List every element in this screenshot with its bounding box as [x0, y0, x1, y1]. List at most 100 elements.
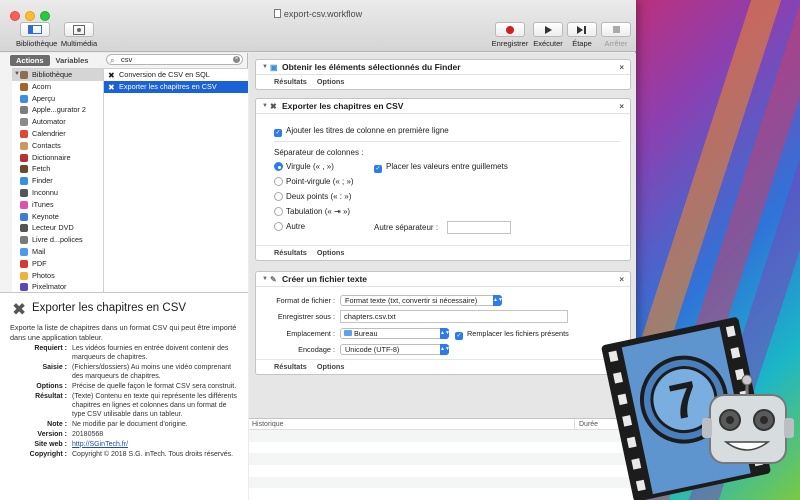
options-tab[interactable]: Options [317, 248, 345, 257]
options-tab[interactable]: Options [317, 362, 345, 371]
radio-indicator[interactable] [274, 222, 283, 231]
close-icon[interactable]: × [619, 60, 624, 75]
card-title: Exporter les chapitres en CSV [282, 101, 404, 111]
window-title-text: export-csv.workflow [283, 9, 363, 19]
library-item[interactable]: PDF [12, 258, 103, 270]
library-item[interactable]: Apple...gurator 2 [12, 104, 103, 116]
library-item[interactable]: Contacts [12, 140, 103, 152]
field-value: (Texte) Contenu en texte qui représente … [72, 392, 237, 418]
library-item-label: PDF [32, 258, 47, 268]
card-title: Obtenir les éléments sélectionnés du Fin… [282, 62, 461, 72]
other-separator-input[interactable] [447, 221, 511, 234]
record-label: Enregistrer [491, 39, 529, 48]
quotes-checkbox[interactable]: ✓ Placer les valeurs entre guillemets [374, 162, 508, 173]
library-item[interactable]: Automator [12, 116, 103, 128]
action-result-item[interactable]: ✖ Exporter les chapitres en CSV [104, 80, 248, 93]
description-field: Copyright : Copyright © 2018 S.G. inTech.… [10, 450, 238, 459]
step-icon [567, 22, 597, 37]
history-log: Historique Durée [249, 418, 636, 500]
library-item[interactable]: iTunes [12, 199, 103, 211]
location-select[interactable]: Bureau ▲▼ [340, 328, 450, 339]
library-toolbar-button[interactable]: Bibliothèque [16, 22, 57, 48]
headers-checkbox-label: Ajouter les titres de colonne en premièr… [286, 126, 449, 135]
radio-indicator[interactable] [274, 207, 283, 216]
library-item[interactable]: Dictionnaire [12, 152, 103, 164]
stop-toolbar-button[interactable]: Arrêter [600, 22, 632, 48]
workflow-area: ▼ ▣ Obtenir les éléments sélectionnés du… [249, 53, 636, 418]
replace-checkbox[interactable]: ✓ Remplacer les fichiers présents [455, 329, 569, 340]
results-tab[interactable]: Résultats [274, 248, 307, 257]
close-icon[interactable]: × [619, 99, 624, 114]
library-item[interactable]: Livre d...polices [12, 234, 103, 246]
app-icon [20, 224, 28, 233]
encoding-value: Unicode (UTF-8) [345, 345, 400, 354]
separator-radio[interactable]: Autre [274, 222, 305, 231]
description-intro: Exporte la liste de chapitres dans un fo… [10, 323, 237, 342]
create-text-file-action-card[interactable]: ▼ ✎ Créer un fichier texte × Format de f… [255, 271, 631, 375]
library-item[interactable]: Keynote [12, 211, 103, 223]
separator-radio[interactable]: Point-virgule (« ; ») [274, 177, 354, 186]
card-connector [399, 261, 479, 269]
results-tab[interactable]: Résultats [274, 77, 307, 86]
format-select[interactable]: Format texte (txt, convertir si nécessai… [340, 295, 503, 306]
checkmark-icon: ✓ [274, 129, 282, 137]
radio-indicator[interactable] [274, 177, 283, 186]
field-key: Options : [36, 382, 67, 390]
run-label: Exécuter [533, 39, 563, 48]
library-item[interactable]: Acorn [12, 81, 103, 93]
chevron-updown-icon: ▲▼ [493, 295, 503, 306]
clear-search-icon[interactable]: × [233, 56, 240, 63]
record-icon [495, 22, 525, 37]
media-toolbar-button[interactable]: Multimédia [58, 22, 100, 48]
history-row [249, 453, 636, 466]
radio-label: Virgule (« , ») [286, 162, 334, 171]
library-item[interactable]: Lecteur DVD [12, 222, 103, 234]
app-icon [20, 247, 28, 256]
location-label: Emplacement : [286, 329, 335, 338]
separator-radio[interactable]: Deux points (« : ») [274, 192, 351, 201]
close-icon[interactable]: × [619, 272, 624, 287]
collapse-icon[interactable]: ▼ [262, 272, 268, 287]
collapse-icon[interactable]: ▼ [262, 99, 268, 114]
library-item[interactable]: Mail [12, 246, 103, 258]
library-item[interactable]: Finder [12, 175, 103, 187]
website-link[interactable]: http://SGinTech.fr/ [72, 441, 128, 448]
location-value: Bureau [354, 329, 378, 338]
search-field[interactable]: ⌕ csv × [106, 54, 243, 65]
finder-action-card[interactable]: ▼ ▣ Obtenir les éléments sélectionnés du… [255, 59, 631, 90]
field-value: Les vidéos fournies en entrée doivent co… [72, 344, 229, 361]
radio-indicator[interactable] [274, 162, 283, 171]
history-header: Historique Durée [249, 419, 636, 430]
library-root[interactable]: ▼ Bibliothèque [12, 69, 103, 81]
export-csv-action-card[interactable]: ▼ ✖ Exporter les chapitres en CSV × ✓ Ajo… [255, 98, 631, 261]
separator-radio[interactable]: Tabulation (« ⇥ ») [274, 207, 350, 216]
field-key: Site web : [34, 440, 67, 448]
library-item[interactable]: Aperçu [12, 93, 103, 105]
library-item[interactable]: Pixelmator [12, 281, 103, 292]
radio-label: Point-virgule (« ; ») [286, 177, 354, 186]
library-item[interactable]: Photos [12, 270, 103, 282]
search-input[interactable]: csv [121, 55, 132, 64]
library-item[interactable]: Calendrier [12, 128, 103, 140]
separator-radio[interactable]: Virgule (« , ») [274, 162, 334, 171]
results-tab[interactable]: Résultats [274, 362, 307, 371]
options-tab[interactable]: Options [317, 77, 345, 86]
replace-checkbox-label: Remplacer les fichiers présents [467, 329, 569, 338]
library-item[interactable]: Inconnu [12, 187, 103, 199]
library-item-label: Keynote [32, 211, 59, 221]
save-as-input[interactable]: chapters.csv.txt [340, 310, 568, 323]
action-result-item[interactable]: ✖ Conversion de CSV en SQL [104, 69, 248, 81]
encoding-select[interactable]: Unicode (UTF-8) ▲▼ [340, 344, 450, 355]
tab-variables[interactable]: Variables [50, 55, 95, 66]
run-toolbar-button[interactable]: Exécuter [530, 22, 566, 48]
step-toolbar-button[interactable]: Étape [566, 22, 598, 48]
radio-indicator[interactable] [274, 192, 283, 201]
description-field: Options : Précise de quelle façon le form… [10, 382, 238, 391]
tab-actions[interactable]: Actions [10, 55, 50, 66]
collapse-icon[interactable]: ▼ [262, 60, 268, 75]
record-toolbar-button[interactable]: Enregistrer [490, 22, 530, 48]
history-column-header[interactable]: Historique [252, 421, 284, 428]
library-item[interactable]: Fetch [12, 163, 103, 175]
field-key: Résultat : [35, 392, 67, 400]
headers-checkbox[interactable]: ✓ Ajouter les titres de colonne en premiè… [274, 126, 449, 137]
